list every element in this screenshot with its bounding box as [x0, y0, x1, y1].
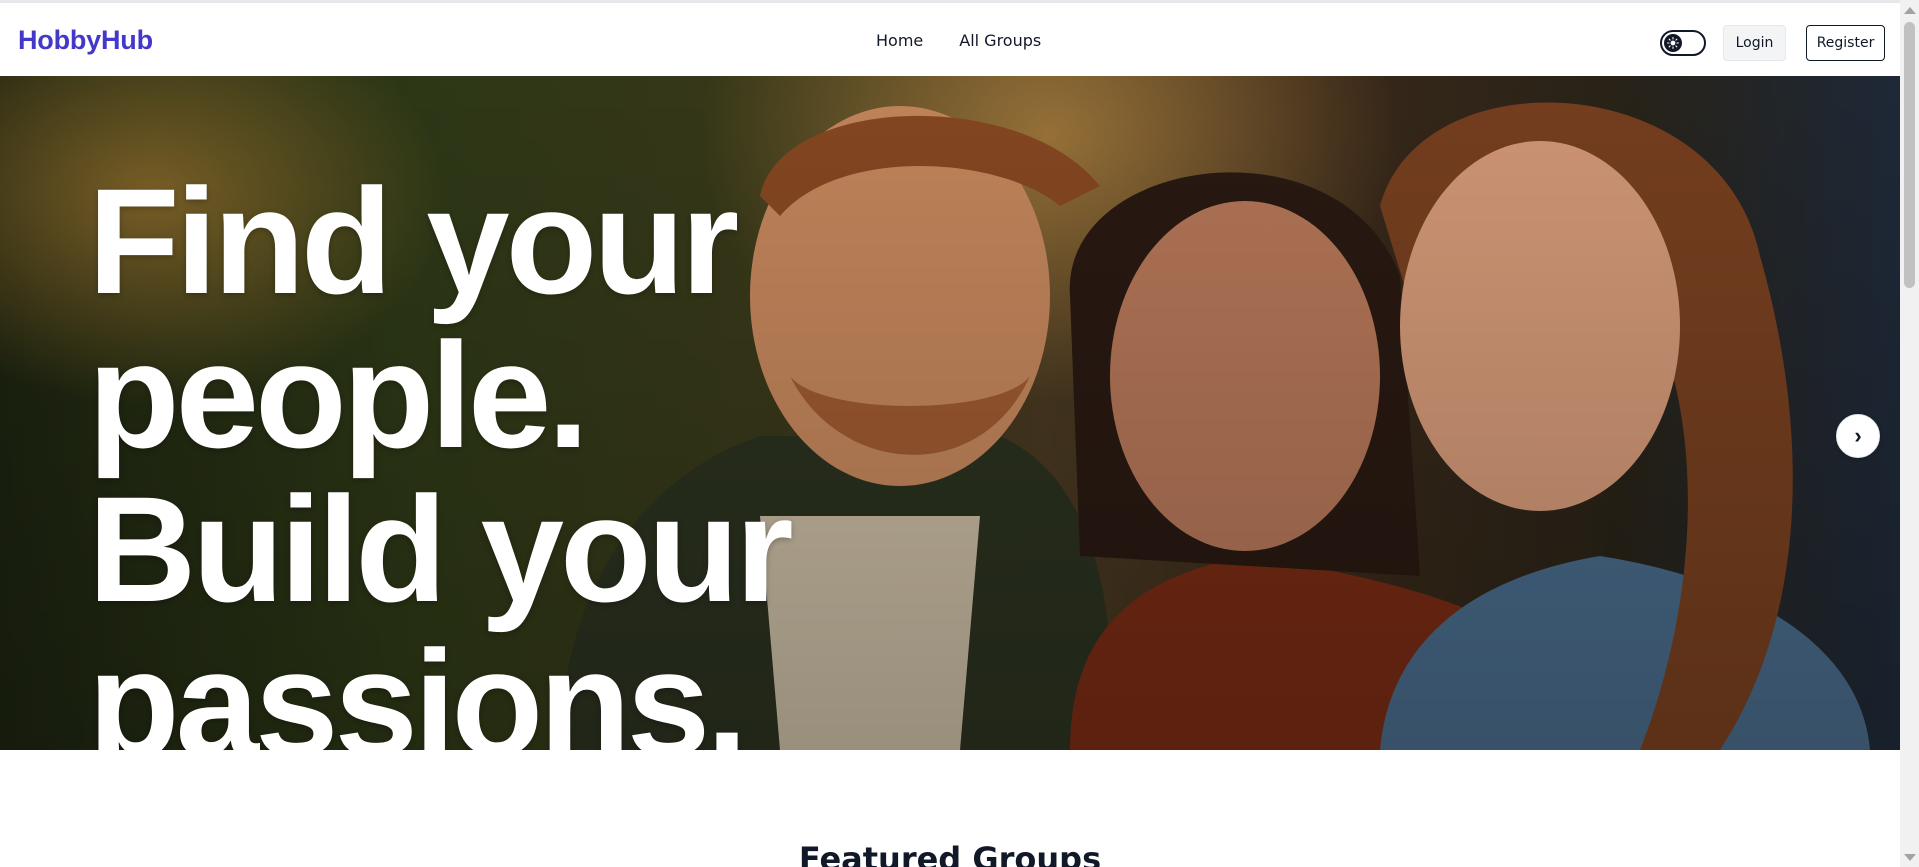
login-button[interactable]: Login	[1723, 25, 1786, 61]
sun-icon	[1664, 34, 1682, 52]
chevron-right-icon: ›	[1854, 423, 1862, 448]
hero-line: passions.	[88, 619, 748, 750]
hero-line: Find your	[88, 157, 739, 325]
logo[interactable]: HobbyHub	[18, 25, 153, 56]
navbar: HobbyHub Home All Groups Login Register	[0, 3, 1900, 76]
vertical-scrollbar[interactable]	[1900, 0, 1919, 867]
featured-groups-heading: Featured Groups	[798, 840, 1102, 867]
hero-line: Build your	[88, 465, 794, 633]
carousel-next-button[interactable]: ›	[1836, 414, 1880, 458]
scroll-down-icon[interactable]	[1904, 854, 1916, 861]
theme-toggle[interactable]	[1660, 30, 1706, 56]
hero-carousel: Find your people. Build your passions. ›	[0, 76, 1900, 750]
scrollbar-thumb[interactable]	[1904, 22, 1915, 288]
register-button[interactable]: Register	[1806, 25, 1885, 61]
main-nav: Home All Groups	[876, 31, 1041, 50]
hero-line: people.	[88, 311, 589, 479]
nav-link-home[interactable]: Home	[876, 31, 923, 50]
page: HobbyHub Home All Groups Login Register …	[0, 0, 1900, 867]
scroll-up-icon[interactable]	[1904, 7, 1916, 14]
hero-headline: Find your people. Build your passions.	[88, 157, 794, 750]
nav-link-all-groups[interactable]: All Groups	[959, 31, 1041, 50]
